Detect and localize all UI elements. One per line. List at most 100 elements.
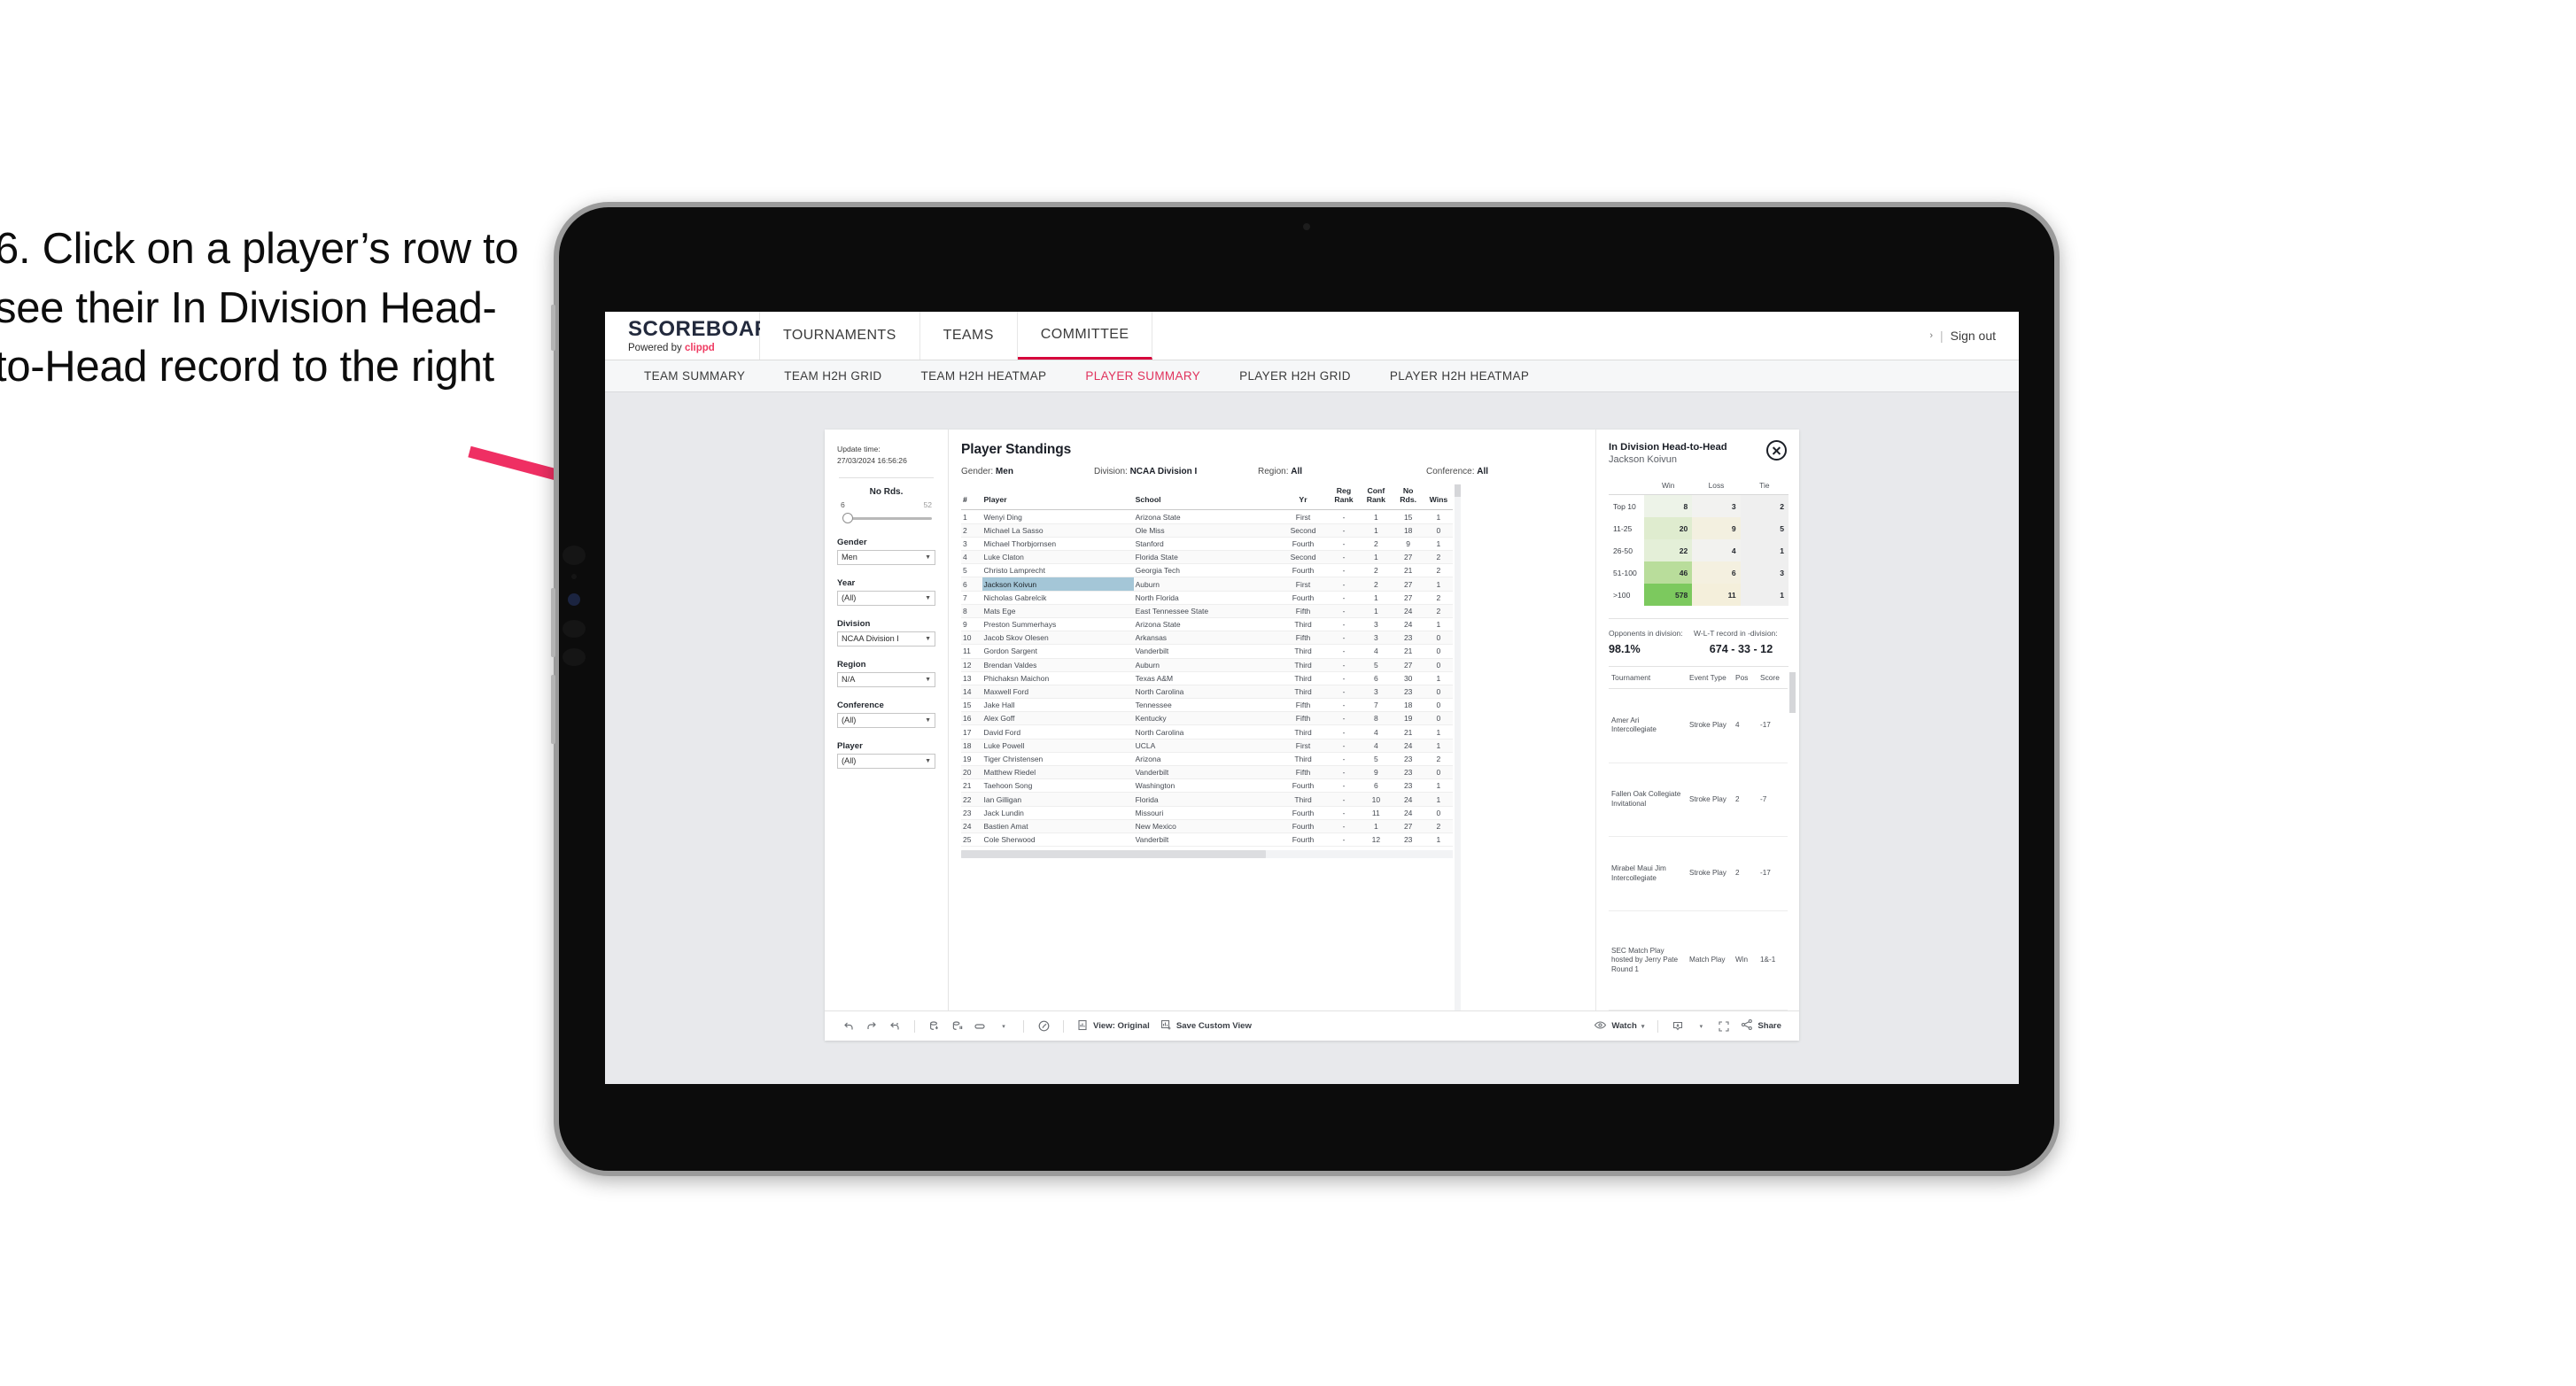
performance-icon[interactable] [1032, 1017, 1055, 1036]
matrix-cell-win[interactable]: 46 [1644, 561, 1693, 584]
volume-down-button[interactable] [551, 675, 555, 744]
matrix-cell-loss[interactable]: 3 [1692, 494, 1741, 517]
filter-division-select[interactable]: NCAA Division I ▼ [837, 631, 935, 647]
chevron-down-icon[interactable]: ▾ [992, 1017, 1015, 1036]
table-row[interactable]: 18 Luke Powell UCLA First -4 24 1 [961, 739, 1453, 753]
tab-player-summary[interactable]: PLAYER SUMMARY [1066, 369, 1220, 383]
column-header-c-wins[interactable]: Wins [1424, 484, 1453, 511]
pause-updates-icon[interactable] [946, 1017, 969, 1036]
nav-tab-committee[interactable]: COMMITTEE [1017, 312, 1153, 360]
filter-year-select[interactable]: (All) ▼ [837, 590, 935, 606]
share-button[interactable]: Share [1735, 1018, 1787, 1034]
watch-button[interactable]: Watch ▾ [1588, 1019, 1649, 1034]
column-header-c-reg[interactable]: Reg Rank [1327, 484, 1361, 511]
filter-player-select[interactable]: (All) ▼ [837, 753, 935, 769]
table-row[interactable]: 20 Matthew Riedel Vanderbilt Fifth -9 23 0 [961, 765, 1453, 780]
horizontal-scrollbar[interactable] [961, 850, 1453, 859]
tournament-row[interactable]: Fallen Oak Collegiate Invitational Stroke… [1609, 763, 1788, 838]
download-icon[interactable] [1666, 1017, 1689, 1036]
chevron-right-icon[interactable]: › [1929, 330, 1933, 341]
view-original-button[interactable]: View: Original [1072, 1019, 1155, 1034]
table-row[interactable]: 19 Tiger Christensen Arizona Third -5 23 2 [961, 752, 1453, 767]
table-row[interactable]: 13 Phichaksn Maichon Texas A&M Third -6 30 1 [961, 671, 1453, 685]
redo-icon[interactable] [860, 1017, 883, 1036]
filter-conference-select[interactable]: (All) ▼ [837, 712, 935, 728]
undo-icon[interactable] [837, 1017, 860, 1036]
table-row[interactable]: 21 Taehoon Song Washington Fourth -6 23 1 [961, 778, 1453, 794]
matrix-cell-win[interactable]: 8 [1644, 494, 1693, 517]
slider-knob[interactable] [842, 512, 853, 523]
table-row[interactable]: 11 Gordon Sargent Vanderbilt Third -4 21 0 [961, 644, 1453, 659]
table-row[interactable]: 3 Michael Thorbjornsen Stanford Fourth -2 9 1 [961, 537, 1453, 552]
matrix-cell-win[interactable]: 20 [1644, 517, 1693, 539]
nav-tab-tournaments[interactable]: TOURNAMENTS [760, 312, 920, 360]
tournament-row[interactable]: Amer Ari Intercollegiate Stroke Play 4 -17 [1609, 688, 1788, 763]
brand-logo[interactable]: SCOREBOARD Powered by clippd [605, 312, 786, 360]
refresh-data-icon[interactable] [923, 1017, 946, 1036]
matrix-cell-tie[interactable]: 3 [1740, 561, 1788, 584]
matrix-cell-loss[interactable]: 4 [1692, 539, 1741, 561]
fullscreen-icon[interactable] [1712, 1017, 1735, 1036]
tab-player-h2h-heatmap[interactable]: PLAYER H2H HEATMAP [1370, 369, 1548, 383]
tournament-row[interactable]: SEC Match Play hosted by Jerry Pate Roun… [1609, 910, 1788, 1011]
table-row[interactable]: 6 Jackson Koivun Auburn First -2 27 1 [961, 577, 1453, 592]
cell-c-wins: 2 [1424, 591, 1453, 605]
tournament-row[interactable]: Mirabel Maui Jim Intercollegiate Stroke P… [1609, 836, 1788, 911]
table-row[interactable]: 12 Brendan Valdes Auburn Third -5 27 0 [961, 658, 1453, 672]
column-header-c-yr[interactable]: Yr [1278, 484, 1328, 511]
matrix-cell-tie[interactable]: 2 [1740, 494, 1788, 517]
matrix-cell-win[interactable]: 578 [1644, 584, 1693, 606]
matrix-cell-loss[interactable]: 11 [1692, 584, 1741, 606]
slider-track[interactable] [841, 512, 932, 524]
table-row[interactable]: 4 Luke Claton Florida State Second -1 27 2 [961, 550, 1453, 565]
matrix-cell-loss[interactable]: 6 [1692, 561, 1741, 584]
matrix-cell-loss[interactable]: 9 [1692, 517, 1741, 539]
column-header-c-conf[interactable]: Conf Rank [1360, 484, 1393, 511]
tab-team-h2h-heatmap[interactable]: TEAM H2H HEATMAP [902, 369, 1067, 383]
volume-up-button[interactable] [551, 588, 555, 657]
power-button[interactable] [551, 305, 555, 351]
highlight-icon[interactable] [969, 1017, 992, 1036]
nav-tab-teams[interactable]: TEAMS [919, 312, 1018, 360]
table-row[interactable]: 9 Preston Summerhays Arizona State Third -3 2… [961, 617, 1453, 632]
table-row[interactable]: 16 Alex Goff Kentucky Fifth -8 19 0 [961, 711, 1453, 726]
table-row[interactable]: 24 Bastien Amat New Mexico Fourth -1 27 2 [961, 819, 1453, 833]
table-row[interactable]: 15 Jake Hall Tennessee Fifth -7 18 0 [961, 698, 1453, 713]
column-header-c-player[interactable]: Player [982, 484, 1134, 511]
matrix-cell-tie[interactable]: 1 [1740, 584, 1788, 606]
column-header-c-rank[interactable]: # [961, 484, 982, 511]
save-custom-view-button[interactable]: Save Custom View [1155, 1019, 1257, 1034]
chevron-down-icon[interactable]: ▾ [1689, 1017, 1712, 1036]
no-rounds-slider[interactable]: No Rds. 6 52 [837, 487, 935, 524]
tab-team-summary[interactable]: TEAM SUMMARY [625, 369, 764, 383]
table-row[interactable]: 10 Jacob Skov Olesen Arkansas Fifth -3 23 0 [961, 631, 1453, 646]
revert-icon[interactable] [883, 1017, 906, 1036]
table-row[interactable]: 2 Michael La Sasso Ole Miss Second -1 18 0 [961, 523, 1453, 538]
filter-region-select[interactable]: N/A ▼ [837, 671, 935, 687]
matrix-cell-win[interactable]: 22 [1644, 539, 1693, 561]
table-row[interactable]: 25 Cole Sherwood Vanderbilt Fourth -12 23 1 [961, 832, 1453, 848]
tab-team-h2h-grid[interactable]: TEAM H2H GRID [764, 369, 901, 383]
sign-out-link[interactable]: Sign out [1951, 329, 1996, 343]
table-row[interactable]: 7 Nicholas Gabrelcik North Florida Fourth -1… [961, 591, 1453, 605]
cell-c-yr: Fifth [1278, 698, 1328, 713]
cell-c-player: Michael La Sasso [982, 523, 1134, 538]
column-header-c-school[interactable]: School [1133, 484, 1279, 511]
scrollbar-thumb[interactable] [961, 850, 1267, 859]
matrix-cell-tie[interactable]: 1 [1740, 539, 1788, 561]
filter-gender-select[interactable]: Men ▼ [837, 549, 935, 565]
close-icon[interactable] [1766, 440, 1787, 461]
scrollbar-thumb[interactable] [1455, 484, 1461, 497]
table-row[interactable]: 1 Wenyi Ding Arizona State First -1 15 1 [961, 509, 1453, 524]
table-row[interactable]: 23 Jack Lundin Missouri Fourth -11 24 0 [961, 806, 1453, 820]
scrollbar-thumb[interactable] [1789, 672, 1796, 713]
table-row[interactable]: 5 Christo Lamprecht Georgia Tech Fourth -2 21… [961, 563, 1453, 578]
matrix-cell-tie[interactable]: 5 [1740, 517, 1788, 539]
table-row[interactable]: 22 Ian Gilligan Florida Third -10 24 1 [961, 792, 1453, 807]
table-row[interactable]: 8 Mats Ege East Tennessee State Fifth -1 24 2 [961, 604, 1453, 618]
tab-player-h2h-grid[interactable]: PLAYER H2H GRID [1220, 369, 1370, 383]
vertical-scrollbar[interactable] [1455, 484, 1461, 1010]
table-row[interactable]: 14 Maxwell Ford North Carolina Third -3 23 0 [961, 685, 1453, 700]
table-row[interactable]: 17 David Ford North Carolina Third -4 21 1 [961, 724, 1453, 739]
column-header-c-rds[interactable]: No Rds. [1392, 484, 1424, 511]
